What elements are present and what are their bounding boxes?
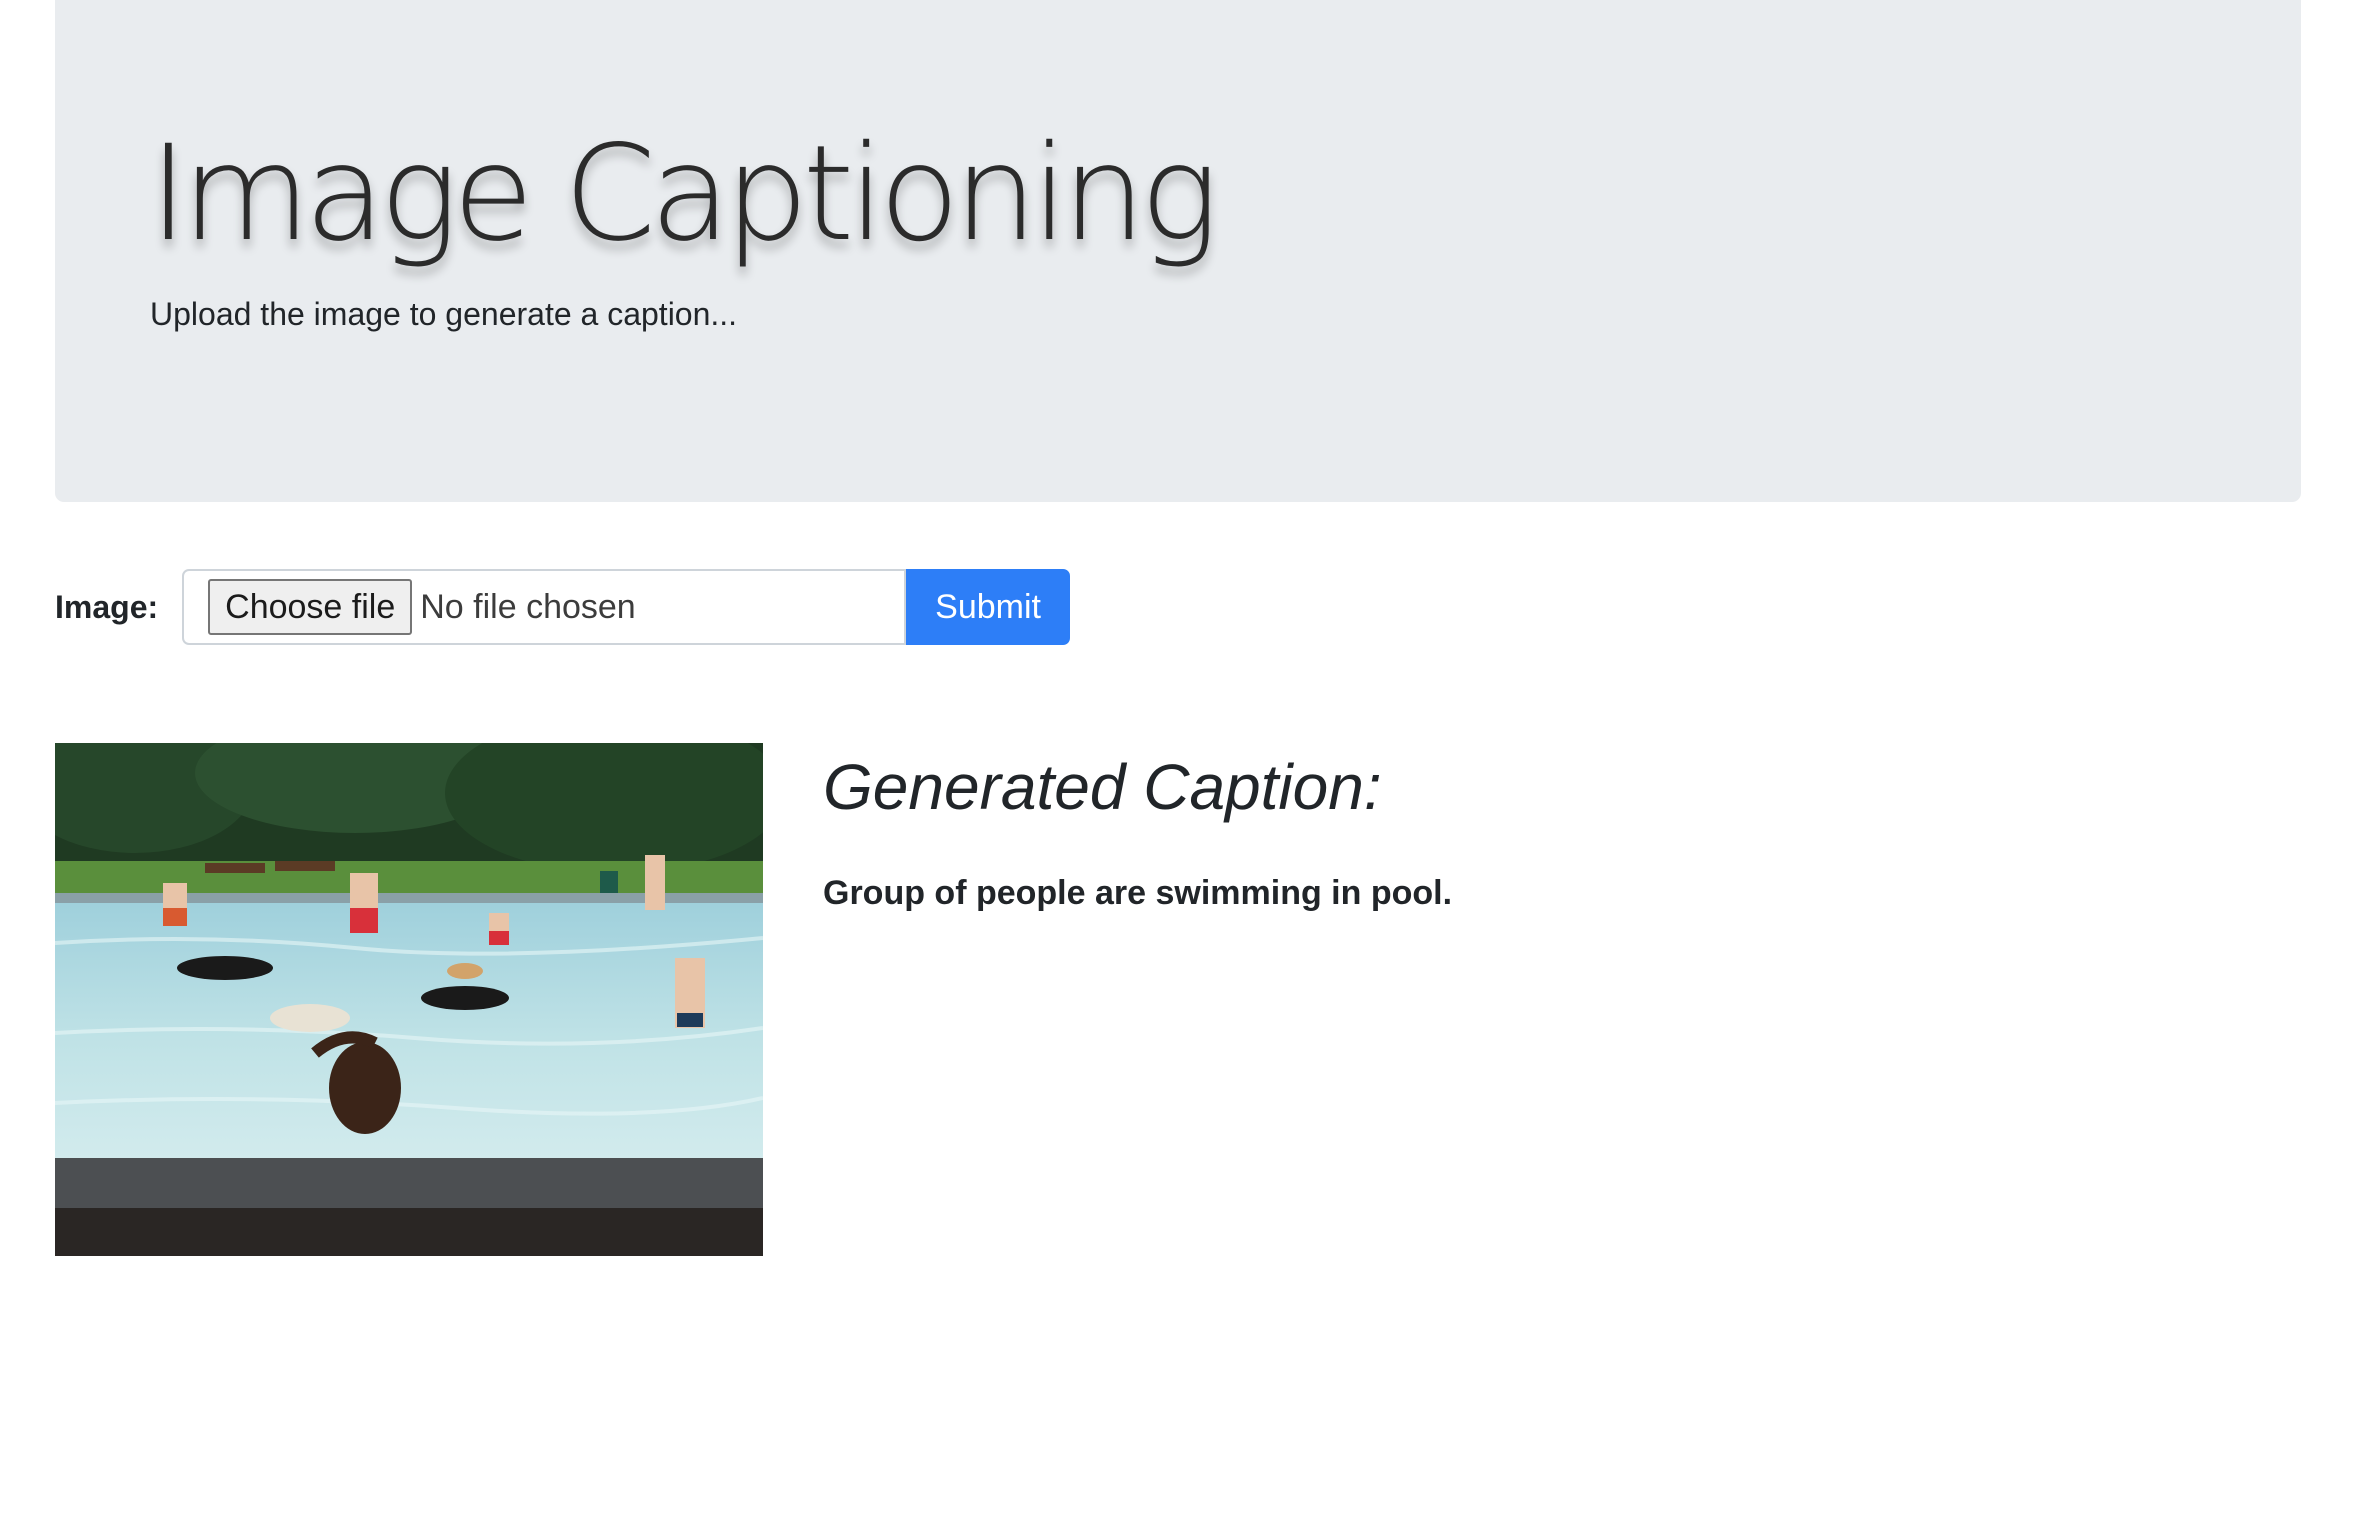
submit-button[interactable]: Submit — [906, 569, 1070, 645]
upload-form: Image: Choose file No file chosen Submit — [55, 568, 1070, 646]
choose-file-button[interactable]: Choose file — [208, 579, 413, 635]
generated-caption: Group of people are swimming in pool. — [823, 874, 1453, 912]
file-status-text: No file chosen — [420, 587, 636, 626]
page-subtitle: Upload the image to generate a caption..… — [150, 296, 738, 332]
uploaded-image — [55, 743, 763, 1256]
caption-heading: Generated Caption: — [823, 751, 1382, 823]
jumbotron-header: Image Captioning Upload the image to gen… — [55, 0, 2301, 502]
image-field-label: Image: — [55, 588, 159, 625]
page-title: Image Captioning — [149, 117, 1219, 271]
image-file-input[interactable]: Choose file No file chosen — [182, 569, 907, 645]
pool-photo-icon — [55, 743, 763, 1256]
